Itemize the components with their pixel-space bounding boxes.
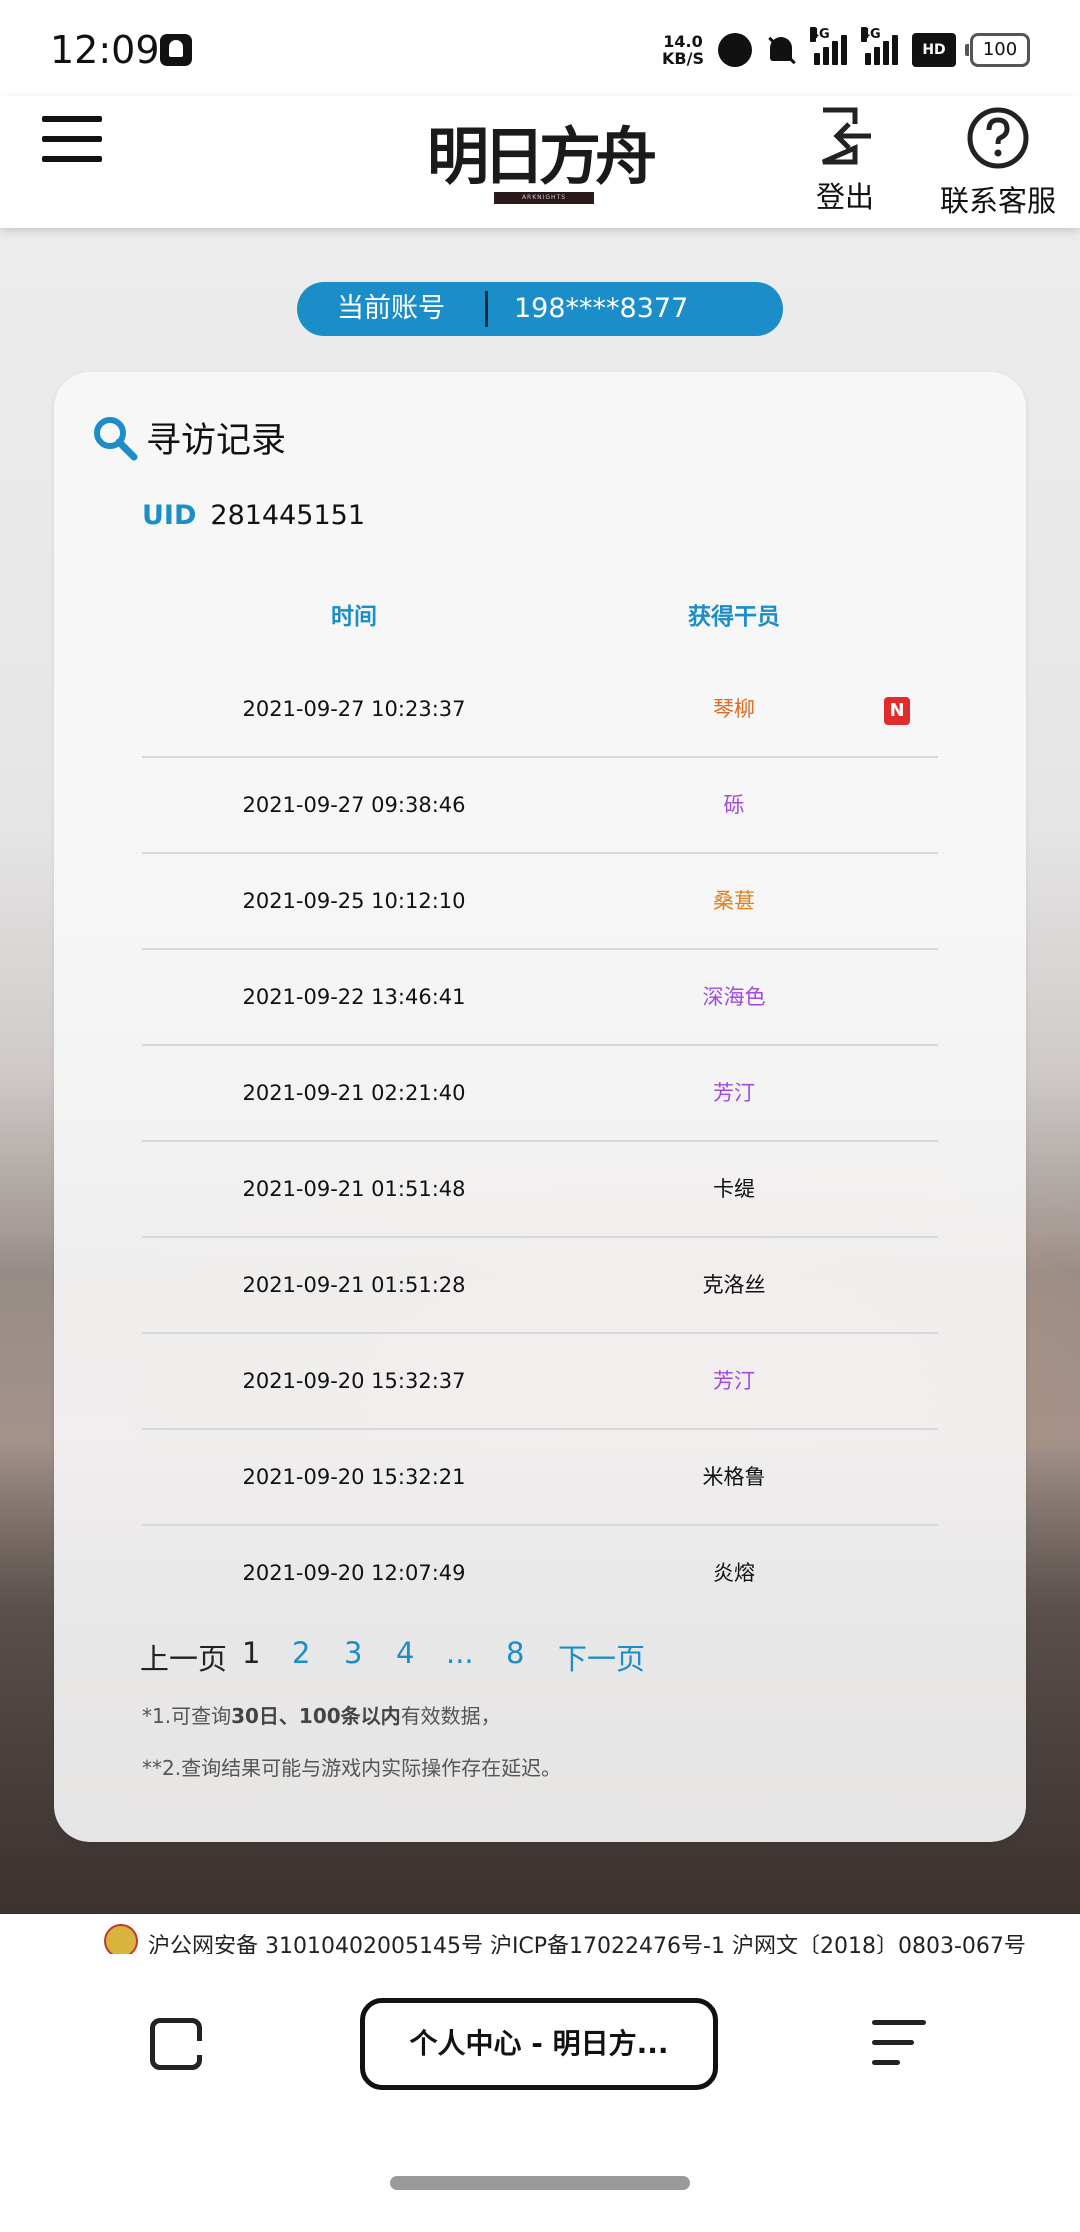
signal-icon: 4G — [861, 27, 898, 65]
new-badge: N — [884, 697, 910, 725]
page-8-link[interactable]: 8 — [506, 1636, 524, 1670]
status-time: 12:09 — [50, 28, 160, 72]
alarm-icon — [718, 33, 752, 67]
note-1: *1.可查询30日、100条以内有效数据， — [142, 1700, 501, 1729]
browser-toolbar: 个人中心 - 明日方... — [0, 1954, 1080, 2232]
table-row: 2021-09-25 10:12:10 桑葚 — [142, 854, 938, 950]
hd-icon: HD — [912, 33, 956, 67]
status-icons: 14.0 KB/S 4G 4G HD 100 — [662, 27, 1030, 70]
note-1-prefix: *1.可查询 — [142, 1704, 232, 1728]
row-time: 2021-09-21 01:51:48 — [242, 1177, 466, 1201]
footer-license-text[interactable]: 沪公网安备 31010402005145号 沪ICP备17022476号-1 沪… — [148, 1928, 1026, 1954]
site-header: 明日方舟 ARKNIGHTS 登出 联系客服 — [0, 96, 1080, 228]
row-time: 2021-09-27 09:38:46 — [242, 793, 466, 817]
support-label: 联系客服 — [939, 184, 1056, 218]
tabs-icon[interactable] — [150, 2018, 202, 2070]
pagination: 上一页 1 2 3 4 ... 8 下一页 — [54, 1636, 1026, 1676]
net-speed-unit: KB/S — [662, 49, 704, 68]
browser-menu-icon[interactable] — [872, 2020, 926, 2068]
row-operator: 米格鲁 — [702, 1465, 766, 1489]
row-time: 2021-09-27 10:23:37 — [242, 697, 466, 721]
next-page-button[interactable]: 下一页 — [558, 1636, 645, 1678]
table-row: 2021-09-21 01:51:28 克洛丝 — [142, 1238, 938, 1334]
column-header-operator: 获得干员 — [688, 604, 780, 630]
table-row: 2021-09-27 10:23:37 琴柳 N — [142, 662, 938, 758]
table-row: 2021-09-20 15:32:21 米格鲁 — [142, 1430, 938, 1526]
table-row: 2021-09-20 12:07:49 炎熔 — [142, 1526, 938, 1620]
card-title: 寻访记录 — [92, 412, 286, 463]
page-2-link[interactable]: 2 — [292, 1636, 310, 1670]
card-title-text: 寻访记录 — [146, 421, 287, 461]
row-operator: 深海色 — [702, 985, 766, 1009]
signal-1-label: 4G — [810, 27, 830, 42]
column-header-time: 时间 — [331, 604, 377, 630]
page-4-link[interactable]: 4 — [396, 1636, 414, 1670]
row-time: 2021-09-20 12:07:49 — [242, 1561, 466, 1585]
row-operator: 桑葚 — [713, 889, 755, 913]
battery-icon: 100 — [965, 33, 1030, 67]
row-time: 2021-09-20 15:32:21 — [242, 1465, 466, 1489]
row-operator: 芳汀 — [713, 1369, 755, 1393]
row-time: 2021-09-20 15:32:37 — [242, 1369, 466, 1393]
net-speed-value: 14.0 — [663, 32, 703, 51]
account-value: 198****8377 — [514, 293, 689, 324]
record-card: 寻访记录 UID 281445151 时间 获得干员 2021-09-27 10:… — [54, 372, 1026, 1842]
page-1-current[interactable]: 1 — [242, 1636, 260, 1670]
search-icon — [94, 416, 138, 460]
signal-icon: 4G — [810, 27, 847, 65]
current-account: 当前账号 198****8377 — [297, 282, 783, 336]
note-1-suffix: 有效数据， — [400, 1704, 501, 1728]
logo-sub: ARKNIGHTS — [494, 192, 594, 204]
logo-text: 明日方舟 — [426, 120, 657, 193]
record-table: 2021-09-27 10:23:37 琴柳 N 2021-09-27 09:3… — [142, 662, 938, 1620]
police-emblem-icon — [104, 1924, 138, 1954]
help-icon — [967, 107, 1029, 169]
uid-value: 281445151 — [210, 500, 365, 531]
notification-icon — [160, 34, 192, 66]
prev-page-button[interactable]: 上一页 — [140, 1636, 227, 1678]
note-1-bold: 30日、100条以内 — [231, 1704, 401, 1728]
row-time: 2021-09-22 13:46:41 — [242, 985, 466, 1009]
table-row: 2021-09-22 13:46:41 深海色 — [142, 950, 938, 1046]
mute-icon — [766, 35, 796, 65]
uid-label: UID — [142, 500, 197, 531]
table-row: 2021-09-21 02:21:40 芳汀 — [142, 1046, 938, 1142]
site-footer: 沪公网安备 31010402005145号 沪ICP备17022476号-1 沪… — [0, 1914, 1080, 1954]
logout-button[interactable]: 登出 — [810, 106, 880, 216]
home-indicator[interactable] — [390, 2176, 690, 2190]
row-operator: 琴柳 — [713, 697, 755, 721]
page-ellipsis: ... — [446, 1636, 474, 1670]
uid-line: UID 281445151 — [142, 500, 365, 531]
logout-icon — [821, 107, 871, 165]
arknights-logo[interactable]: 明日方舟 ARKNIGHTS — [424, 106, 657, 216]
account-label: 当前账号 — [337, 293, 445, 324]
row-time: 2021-09-25 10:12:10 — [242, 889, 466, 913]
row-operator: 芳汀 — [713, 1081, 755, 1105]
divider — [485, 291, 488, 327]
row-operator: 炎熔 — [713, 1561, 755, 1585]
row-operator: 砾 — [723, 793, 745, 817]
table-row: 2021-09-21 01:51:48 卡缇 — [142, 1142, 938, 1238]
net-speed: 14.0 KB/S — [662, 33, 704, 67]
row-time: 2021-09-21 01:51:28 — [242, 1273, 466, 1297]
status-bar: 12:09 14.0 KB/S 4G 4G HD 100 — [0, 0, 1080, 96]
row-operator: 克洛丝 — [702, 1273, 766, 1297]
table-row: 2021-09-20 15:32:37 芳汀 — [142, 1334, 938, 1430]
menu-icon[interactable] — [42, 116, 102, 166]
row-operator: 卡缇 — [713, 1177, 755, 1201]
table-row: 2021-09-27 09:38:46 砾 — [142, 758, 938, 854]
address-bar[interactable]: 个人中心 - 明日方... — [360, 1998, 718, 2090]
support-button[interactable]: 联系客服 — [918, 106, 1078, 220]
logout-label: 登出 — [815, 180, 874, 214]
row-time: 2021-09-21 02:21:40 — [242, 1081, 466, 1105]
page-3-link[interactable]: 3 — [344, 1636, 362, 1670]
note-2: **2.查询结果可能与游戏内实际操作存在延迟。 — [142, 1756, 562, 1780]
signal-2-label: 4G — [861, 27, 881, 42]
